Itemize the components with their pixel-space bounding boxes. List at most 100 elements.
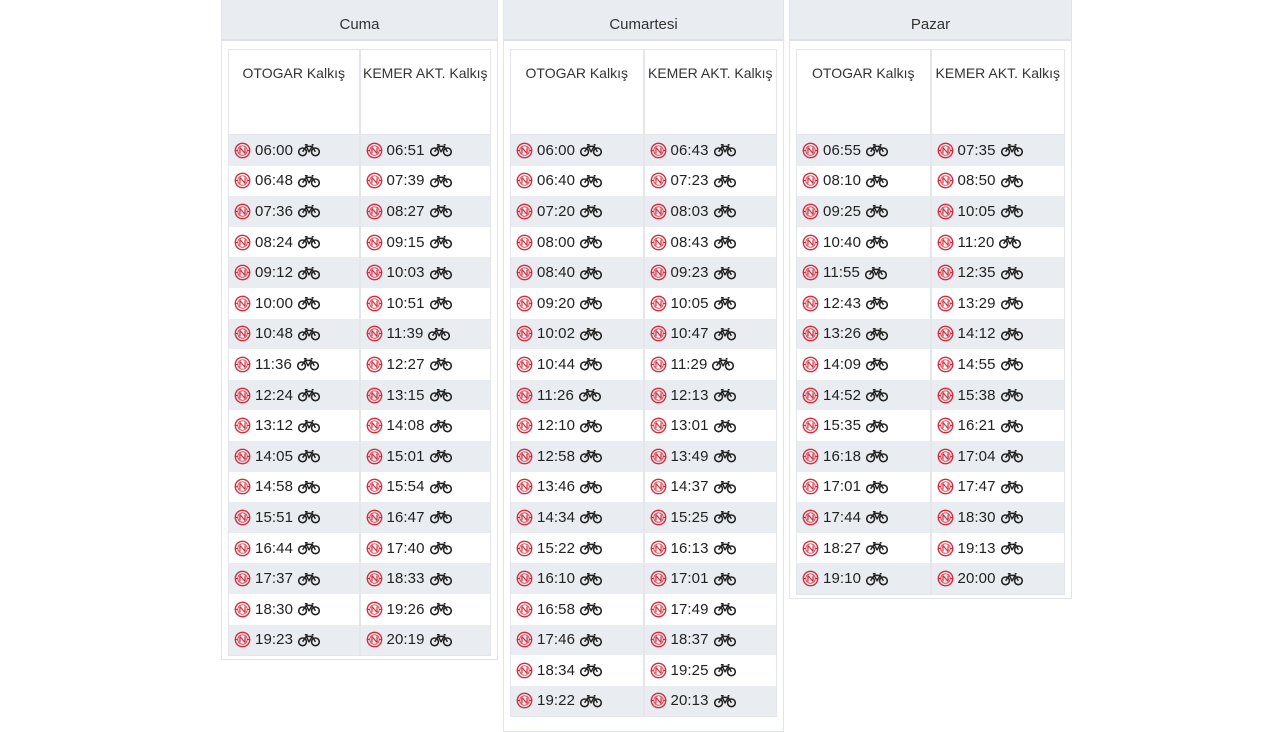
- operator-logo-icon: [802, 509, 823, 526]
- departure-time: 10:05: [957, 202, 996, 220]
- day-title: Pazar: [790, 0, 1071, 41]
- departure-time: 17:37: [255, 570, 294, 588]
- column-header-kemer: KEMER AKT. Kalkış: [358, 50, 491, 134]
- departure-cell: 06:43: [642, 135, 777, 166]
- departure-time: 12:13: [670, 386, 709, 404]
- departure-time: 14:55: [957, 355, 996, 373]
- bicycle-icon: [423, 327, 451, 341]
- bicycle-icon: [293, 174, 321, 188]
- departure-cell: 13:26: [797, 319, 930, 350]
- bicycle-icon: [575, 419, 603, 433]
- departure-time: 07:23: [670, 172, 709, 190]
- table-header: OTOGAR Kalkış KEMER AKT. Kalkış: [229, 50, 490, 135]
- departure-time: 13:12: [255, 417, 294, 435]
- table-header: OTOGAR Kalkış KEMER AKT. Kalkış: [797, 50, 1064, 135]
- day-title: Cumartesi: [504, 0, 783, 41]
- departure-time: 08:03: [670, 202, 709, 220]
- operator-logo-icon: [937, 417, 958, 434]
- departure-cell: 12:13: [642, 379, 777, 411]
- table-row: 12:10 13:01: [511, 410, 776, 441]
- departure-cell: 11:20: [929, 226, 1065, 258]
- bicycle-icon: [293, 449, 321, 463]
- departure-cell: 19:23: [229, 625, 359, 656]
- bicycle-icon: [709, 633, 736, 647]
- bicycle-icon: [709, 143, 736, 157]
- bicycle-icon: [996, 541, 1023, 555]
- table-row: 18:27 19:13: [797, 532, 1064, 564]
- bicycle-icon: [575, 327, 603, 341]
- operator-logo-icon: [516, 295, 537, 312]
- departure-time: 08:27: [386, 202, 425, 220]
- departure-time: 18:30: [255, 600, 294, 618]
- bicycle-icon: [293, 143, 321, 157]
- departure-cell: 06:48: [229, 166, 359, 197]
- bicycle-icon: [996, 388, 1023, 402]
- table-row: 14:52 15:38: [797, 379, 1064, 411]
- bicycle-icon: [293, 327, 321, 341]
- table-row: 15:51 16:47: [229, 502, 490, 533]
- table-row: 09:20 10:05: [511, 287, 776, 319]
- departure-cell: 13:12: [229, 410, 359, 441]
- departure-cell: 17:44: [797, 502, 930, 533]
- departure-cell: 10:02: [511, 319, 643, 350]
- table-row: 16:18 17:04: [797, 440, 1064, 472]
- departure-cell: 06:40: [511, 166, 643, 197]
- column-header-otogar: OTOGAR Kalkış: [812, 65, 915, 81]
- operator-logo-icon: [234, 295, 255, 312]
- bicycle-icon: [293, 633, 321, 647]
- bicycle-icon: [575, 633, 603, 647]
- bicycle-icon: [861, 204, 889, 218]
- departure-time: 07:35: [957, 141, 996, 159]
- operator-logo-icon: [516, 172, 537, 189]
- departure-time: 08:43: [670, 233, 709, 251]
- departure-time: 13:49: [670, 447, 709, 465]
- table-row: 11:36 12:27: [229, 349, 490, 380]
- bicycle-icon: [996, 296, 1023, 310]
- bicycle-icon: [425, 510, 452, 524]
- bicycle-icon: [709, 419, 736, 433]
- operator-logo-icon: [650, 142, 671, 159]
- table-row: 17:37 18:33: [229, 563, 490, 594]
- operator-logo-icon: [516, 234, 537, 251]
- departure-time: 12:10: [537, 417, 576, 435]
- departure-cell: 12:43: [797, 288, 930, 319]
- departure-cell: 13:46: [511, 472, 643, 503]
- departure-cell: 11:39: [358, 318, 491, 350]
- bicycle-icon: [425, 296, 452, 310]
- bicycle-icon: [709, 327, 736, 341]
- departure-cell: 18:30: [229, 594, 359, 625]
- bicycle-icon: [425, 449, 452, 463]
- table-row: 16:58 17:49: [511, 593, 776, 625]
- departure-time: 13:01: [670, 417, 709, 435]
- departure-cell: 13:15: [358, 379, 491, 411]
- table-row: 16:10 17:01: [511, 563, 776, 594]
- bicycle-icon: [292, 357, 319, 371]
- table-row: 16:44 17:40: [229, 532, 490, 564]
- departure-time: 19:10: [823, 570, 862, 588]
- bicycle-icon: [575, 572, 603, 586]
- operator-logo-icon: [937, 356, 958, 373]
- operator-logo-icon: [366, 509, 387, 526]
- departure-time: 08:24: [255, 233, 294, 251]
- departure-cell: 12:24: [229, 380, 359, 411]
- departure-time: 18:33: [386, 570, 425, 588]
- bicycle-icon: [425, 204, 452, 218]
- table-row: 14:09 14:55: [797, 349, 1064, 380]
- departure-cell: 16:10: [511, 563, 643, 594]
- operator-logo-icon: [937, 387, 958, 404]
- operator-logo-icon: [650, 540, 671, 557]
- operator-logo-icon: [650, 570, 671, 587]
- departure-time: 18:30: [957, 508, 996, 526]
- departure-time: 13:15: [386, 386, 425, 404]
- table-row: 08:40 09:23: [511, 257, 776, 288]
- departure-time: 10:02: [537, 325, 576, 343]
- operator-logo-icon: [650, 662, 671, 679]
- departure-time: 16:18: [823, 447, 862, 465]
- operator-logo-icon: [802, 448, 823, 465]
- table-row: 08:10 08:50: [797, 165, 1064, 197]
- table-row: 10:00 10:51: [229, 287, 490, 319]
- departure-time: 12:24: [255, 386, 294, 404]
- table-row: 06:48 07:39: [229, 165, 491, 197]
- day-sunday-panel: Pazar OTOGAR Kalkış KEMER AKT. Kalkış 06:55…: [789, 0, 1072, 599]
- departure-cell: 07:39: [358, 165, 491, 197]
